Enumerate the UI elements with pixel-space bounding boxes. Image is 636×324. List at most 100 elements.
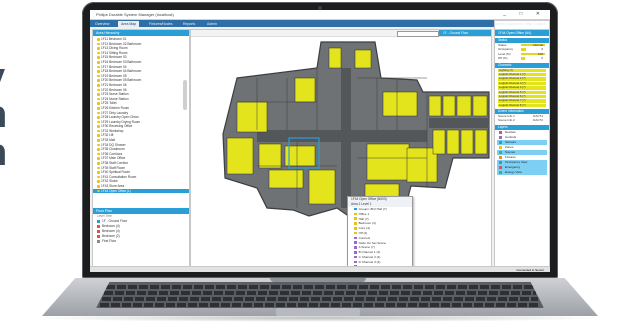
scene-label: Scene Info 2 <box>498 118 515 123</box>
tree-item-swatch <box>354 241 357 245</box>
layer-toggle[interactable]: Controls <box>497 135 547 139</box>
legend-label: Bedroom (2) <box>102 234 120 238</box>
layers-header[interactable]: Layers <box>495 124 549 130</box>
title-bar: Philips Durable System Manager (localhos… <box>90 10 550 20</box>
status-bar: Connected to Server <box>90 266 550 272</box>
window-controls[interactable]: _ □ ✕ <box>503 10 546 19</box>
tree-item-swatch <box>354 212 357 216</box>
legend-label: First Floor <box>102 239 117 243</box>
layer-toggle[interactable]: Devices <box>497 130 547 134</box>
layer-toggle[interactable]: Zones <box>497 145 547 149</box>
keyboard <box>96 282 544 308</box>
layer-toggle[interactable]: Sensors <box>497 140 547 145</box>
popup-tree: Groups: 8F2 Hall (7) Office 1 Hall (7) Bedr… <box>348 207 412 269</box>
area-hierarchy-panel: Area Hierarchy 1F11 Bedroom 01 1F12 Bedro… <box>92 29 190 267</box>
tree-item-swatch <box>354 231 357 235</box>
map-search-input[interactable] <box>397 31 439 37</box>
status-label: Status <box>498 43 507 47</box>
tree-item-swatch <box>354 207 357 211</box>
floor-select-button[interactable]: 1F - Ground Floor <box>439 30 491 36</box>
area-list-scrollbar[interactable] <box>183 80 187 110</box>
legend-swatch <box>97 234 100 238</box>
legend-swatch <box>97 239 100 243</box>
layer-toggle[interactable]: Fixtures <box>497 155 547 159</box>
tree-item-swatch <box>354 251 357 254</box>
tree-item-swatch <box>354 236 357 240</box>
tree-item-swatch <box>354 246 357 249</box>
tree-item-label: Off (4) <box>358 230 368 235</box>
scene-value: DACT2 <box>533 118 543 123</box>
tree-item-swatch <box>354 227 357 230</box>
tree-item-swatch <box>354 217 357 221</box>
status-rows: Status Normal Occupancy 0 Level (%) 100 Off (%… <box>495 43 549 61</box>
channel-slider[interactable]: Logical Channel 8 (7) <box>498 103 546 108</box>
layer-toggle[interactable]: Energy View <box>497 170 547 175</box>
scene-row: Scene Info 2 DACT2 <box>495 118 549 122</box>
layer-toggle[interactable]: Emergency <box>497 165 547 170</box>
tree-item-label: C Channel 2 (4) <box>358 254 381 259</box>
legend-swatch <box>97 224 100 228</box>
tab-reports[interactable]: Reports <box>180 21 198 27</box>
key-row <box>106 285 534 289</box>
legend-items: 1F - Ground Floor Bedroom (4) Bedroom (4) B… <box>93 219 189 244</box>
app-screen: Philips Durable System Manager (localhos… <box>90 10 550 272</box>
main-tab-bar: Overview Area Map Fixtures/Nodes Reports… <box>90 20 550 258</box>
trackpad <box>276 308 360 316</box>
status-label: Level (%) <box>498 51 511 56</box>
tree-item-label: Core (4) <box>358 226 370 231</box>
tree-item-label: Hall (7) <box>358 216 369 221</box>
status-bar-fill <box>521 57 525 60</box>
tree-item-swatch <box>354 222 357 225</box>
floor-plan-legend: Floor Plan Level Tree 1F - Ground Floor B… <box>93 208 189 266</box>
status-row: Off (%) 0 <box>495 56 549 60</box>
tab-admin[interactable]: Admin <box>204 21 220 27</box>
tree-item-label: Office 1 <box>358 211 370 216</box>
legend-label: 1F - Ground Floor <box>102 219 128 223</box>
status-label: Off (%) <box>498 56 508 61</box>
key-row <box>100 303 540 307</box>
status-value: 0 <box>541 56 543 61</box>
lid-notch <box>270 278 366 282</box>
layer-toggles: Devices Controls Sensors Zones Scenes Fixture… <box>495 130 549 175</box>
area-hierarchy-header: Area Hierarchy <box>93 30 189 36</box>
popup-header: 1F44 Open Office (N003) Area 1 Level 1 <box>348 197 412 207</box>
tab-area-map[interactable]: Area Map <box>118 21 140 27</box>
legend-item[interactable]: First Floor <box>93 239 189 244</box>
tree-item-label: A Scene (7) <box>358 245 375 250</box>
tree-item-swatch <box>354 255 357 259</box>
connection-status: Connected to Server <box>516 268 544 272</box>
area-detail-popup[interactable]: 1F44 Open Office (N003) Area 1 Level 1 G… <box>347 196 413 272</box>
scene-rows: Scene Info 1 DACT1 Scene Info 2 DACT2 <box>495 114 549 123</box>
legend-swatch <box>97 219 100 223</box>
tree-item-label: Node On Set Scene <box>358 240 387 245</box>
area-list-item[interactable]: 1F44 Open Office (L) <box>93 188 189 194</box>
tab-overview[interactable]: Overview <box>92 21 113 27</box>
laptop: Philips Durable System Manager (localhos… <box>0 0 636 324</box>
channel-rows: Lighting (7) Logical Channel 1 (7) Logical… <box>495 68 549 108</box>
legend-label: Bedroom (4) <box>102 229 120 233</box>
tree-item-label: B Channel 1 (4) <box>358 250 381 255</box>
tree-item-label: Bedroom (4) <box>358 221 376 226</box>
layer-toggle[interactable]: Occupancy View <box>497 160 547 165</box>
selected-area-button[interactable]: 1F44 Open Office (N4) <box>495 30 549 36</box>
floor-plan-map[interactable] <box>197 38 491 264</box>
legend-swatch <box>97 229 100 233</box>
tree-item-swatch <box>354 260 357 264</box>
map-toolbar: 1F - Ground Floor <box>191 30 491 37</box>
key-row <box>104 291 536 295</box>
channel-slider[interactable]: Logical Channel 4 (7) <box>498 85 546 90</box>
tree-item-label: D Channel 3 (4) <box>358 259 381 264</box>
status-label: Occupancy <box>498 47 514 52</box>
key-row <box>102 297 538 301</box>
tree-item-label: Controls <box>358 235 371 240</box>
floor-plan-view: 1F - Ground Floor 1F44 Open Office (N003… <box>190 29 492 272</box>
status-bar-fill <box>521 48 526 51</box>
tree-item-label: Groups: 8F2 Hall (7) <box>358 207 387 211</box>
scene-label: Scene Info 1 <box>498 114 515 119</box>
area-properties-panel: 1F44 Open Office (N4) Status Status Norma… <box>494 29 550 267</box>
layer-toggle[interactable]: Scenes <box>497 150 547 155</box>
tab-fixtures[interactable]: Fixtures/Nodes <box>146 21 176 27</box>
channels-section-header[interactable]: Channels <box>495 62 549 68</box>
legend-label: Bedroom (4) <box>102 224 120 228</box>
area-list: 1F11 Bedroom 01 1F12 Bedroom 02 Bathroom 1… <box>93 37 189 207</box>
